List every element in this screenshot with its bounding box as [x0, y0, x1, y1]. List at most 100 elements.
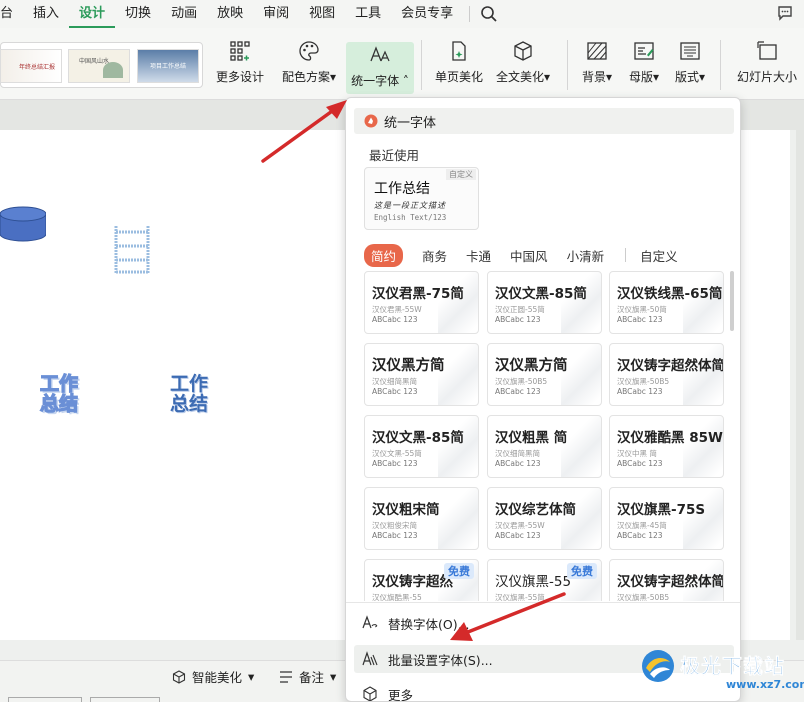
- category-chinese[interactable]: 中国风: [510, 246, 548, 265]
- full-text-beautify-button[interactable]: 全文美化▾: [492, 34, 554, 85]
- full-text-beautify-label: 全文美化▾: [495, 70, 551, 84]
- background-button[interactable]: 背景▾: [577, 34, 617, 85]
- notes-button[interactable]: 备注 ▾: [279, 667, 336, 686]
- tab-slideshow[interactable]: 放映: [207, 0, 253, 28]
- chat-bubble-icon[interactable]: [776, 4, 794, 22]
- more-design-button[interactable]: 更多设计: [212, 34, 268, 85]
- theme-gallery: 年终总结汇报 中国风山水 项目工作总结: [0, 42, 203, 88]
- cube-icon: [363, 686, 377, 701]
- master-icon: [634, 42, 654, 60]
- page-sparkle-icon: [452, 41, 466, 61]
- category-business[interactable]: 商务: [422, 246, 447, 265]
- replace-font-label: 替换字体(O)...: [388, 616, 470, 632]
- font-card[interactable]: 汉仪文黑-85简 汉仪文黑-55简 ABCabc 123: [364, 415, 479, 478]
- font-card[interactable]: 汉仪粗宋简 汉仪粗俊宋简 ABCabc 123: [364, 487, 479, 550]
- font-card[interactable]: 汉仪铸字超然体简 汉仪旗黑-50B5: [609, 559, 724, 601]
- smart-beautify-button[interactable]: 智能美化 ▾: [172, 667, 254, 686]
- theme-thumb-3-label: 项目工作总结: [150, 63, 187, 70]
- theme-thumb-3[interactable]: 项目工作总结: [137, 49, 199, 83]
- menu-divider: [469, 6, 471, 22]
- recent-card-body: 这是一段正文描述: [374, 201, 446, 210]
- font-card[interactable]: 汉仪文黑-85简 汉仪正圆-55简 ABCabc 123: [487, 271, 602, 334]
- replace-font-icon: [362, 615, 378, 629]
- single-page-beautify-label: 单页美化: [434, 70, 483, 84]
- watermark: 极光下载站 www.xz7.com: [640, 644, 804, 700]
- master-button[interactable]: 母版▾: [624, 34, 664, 85]
- ribbon: 年终总结汇报 中国风山水 项目工作总结 更多设计 配色方案▾ 统一字体 ˄ 单页…: [0, 28, 804, 100]
- watermark-brand: 极光下载站: [680, 654, 785, 679]
- tab-tools[interactable]: 工具: [345, 0, 391, 28]
- more-label: 更多: [388, 687, 414, 702]
- font-card[interactable]: 汉仪铸字超然体简 汉仪旗黑-50B5 ABCabc 123: [609, 343, 724, 406]
- font-card[interactable]: 汉仪旗黑-55 汉仪旗黑-55简 免费: [487, 559, 602, 601]
- batch-font-label: 批量设置字体(S)...: [388, 652, 493, 668]
- layout-label: 版式▾: [674, 70, 706, 84]
- theme-thumb-2[interactable]: 中国风山水: [68, 49, 130, 83]
- tab-animation[interactable]: 动画: [161, 0, 207, 28]
- palette-icon: [299, 41, 319, 61]
- font-card[interactable]: 汉仪铸字超然 汉仪旗酷黑-55 免费: [364, 559, 479, 601]
- tab-design[interactable]: 设计: [69, 0, 116, 28]
- theme-thumb-1-label: 年终总结汇报: [19, 64, 56, 71]
- slide-tab-1[interactable]: [8, 697, 82, 702]
- slide-text-outline[interactable]: 工作总结: [39, 373, 86, 414]
- font-card[interactable]: 汉仪综艺体简 汉仪君黑-55W ABCabc 123: [487, 487, 602, 550]
- cylinder-shape[interactable]: [0, 206, 46, 242]
- panel-header: 统一字体: [354, 108, 734, 134]
- font-aa-icon: [370, 46, 390, 62]
- smart-beautify-label: 智能美化: [192, 670, 243, 685]
- background-icon: [587, 42, 607, 60]
- layout-icon: [680, 42, 700, 60]
- tab-transition[interactable]: 切换: [115, 0, 161, 28]
- color-scheme-button[interactable]: 配色方案▾: [276, 34, 342, 85]
- slide-text-solid[interactable]: 工作总结: [170, 374, 216, 414]
- ribbon-divider: [421, 40, 422, 90]
- notes-icon: [280, 670, 292, 683]
- font-card[interactable]: 汉仪黑方简 汉仪旗黑-50B5 ABCabc 123: [487, 343, 602, 406]
- font-card[interactable]: 汉仪君黑-75简 汉仪君黑-55W ABCabc 123: [364, 271, 479, 334]
- scrollbar-right[interactable]: [796, 130, 804, 640]
- category-divider: [625, 248, 627, 262]
- category-custom[interactable]: 自定义: [640, 246, 678, 265]
- slide-size-button[interactable]: 幻灯片大小: [730, 34, 804, 85]
- tab-home[interactable]: 台: [0, 0, 23, 28]
- watermark-logo-icon: [642, 650, 674, 682]
- slide-size-icon: [757, 41, 777, 60]
- more-design-label: 更多设计: [215, 70, 264, 84]
- tab-insert[interactable]: 插入: [23, 0, 69, 28]
- custom-tag: 自定义: [446, 169, 476, 180]
- free-badge: 免费: [567, 563, 597, 579]
- wps-logo-icon: [364, 114, 378, 128]
- font-card[interactable]: 汉仪旗黑-75S 汉仪旗黑-45简 ABCabc 123: [609, 487, 724, 550]
- menu-bar: 台 插入 设计 切换 动画 放映 审阅 视图 工具 会员专享: [0, 0, 804, 28]
- font-card[interactable]: 汉仪黑方简 汉仪细简黑简 ABCabc 123: [364, 343, 479, 406]
- batch-font-icon: [362, 651, 378, 666]
- watermark-url: www.xz7.com: [726, 678, 804, 691]
- tab-member[interactable]: 会员专享: [391, 0, 463, 28]
- tab-review[interactable]: 审阅: [253, 0, 299, 28]
- font-card[interactable]: 汉仪粗黑 简汉仪细简黑简 ABCabc 123: [487, 415, 602, 478]
- ladder-shape[interactable]: [112, 224, 152, 276]
- panel-scrollbar[interactable]: [730, 271, 734, 331]
- category-cartoon[interactable]: 卡通: [466, 246, 491, 265]
- layout-button[interactable]: 版式▾: [670, 34, 710, 85]
- recent-card-english: English Text/123: [374, 213, 447, 222]
- replace-font-item[interactable]: 替换字体(O)...: [354, 609, 734, 637]
- font-card[interactable]: 汉仪雅酷黑 85W 汉仪中黑 简 ABCabc 123: [609, 415, 724, 478]
- font-card[interactable]: 汉仪铁线黑-65简 汉仪旗黑-50简 ABCabc 123: [609, 271, 724, 334]
- theme-thumb-1[interactable]: 年终总结汇报: [0, 49, 62, 83]
- notes-label: 备注: [299, 670, 325, 685]
- tab-view[interactable]: 视图: [299, 0, 345, 28]
- recent-used-label: 最近使用: [369, 148, 420, 163]
- category-simple[interactable]: 简约: [364, 243, 404, 267]
- panel-title: 统一字体: [384, 115, 437, 131]
- slide-size-label: 幻灯片大小: [736, 70, 797, 84]
- recent-font-card[interactable]: 工作总结 这是一段正文描述 English Text/123 自定义: [364, 167, 479, 230]
- font-grid: 汉仪君黑-75简 汉仪君黑-55W ABCabc 123 汉仪文黑-85简 汉仪正圆-…: [364, 271, 726, 601]
- cube-icon: [514, 41, 532, 61]
- unify-font-button[interactable]: 统一字体 ˄: [346, 42, 414, 94]
- category-fresh[interactable]: 小清新: [567, 246, 605, 265]
- single-page-beautify-button[interactable]: 单页美化: [431, 34, 487, 85]
- search-icon[interactable]: [480, 5, 498, 23]
- slide-tab-2[interactable]: [90, 697, 160, 702]
